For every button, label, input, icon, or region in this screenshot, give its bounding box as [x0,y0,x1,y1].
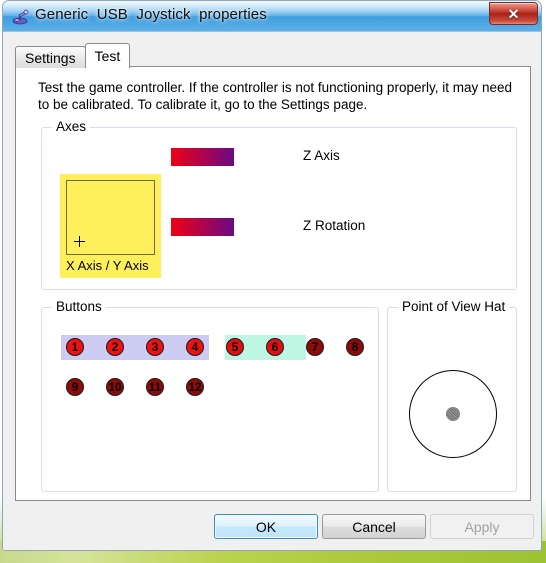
z-axis-bar [171,148,234,166]
joystick-button-9: 9 [66,378,84,396]
z-rotation-label: Z Rotation [303,218,366,233]
pov-hat-dial [409,370,497,458]
joystick-button-5: 5 [226,338,244,356]
apply-button: Apply [430,514,534,539]
joystick-button-2: 2 [106,338,124,356]
tab-test[interactable]: Test [84,43,131,68]
tab-strip: Settings Test [15,43,131,68]
properties-window: Generic USB Joystick properties ✕ Settin… [2,0,542,551]
close-button[interactable]: ✕ [489,2,538,25]
tab-test-label: Test [94,48,121,64]
z-axis-label: Z Axis [303,148,340,163]
window-title: Generic USB Joystick properties [35,6,267,23]
apply-button-label: Apply [464,518,500,535]
joystick-button-1: 1 [66,338,84,356]
joystick-button-10: 10 [106,378,124,396]
tab-settings-label: Settings [25,49,76,66]
joystick-button-4: 4 [186,338,204,356]
tab-page-test: Test the game controller. If the control… [15,66,531,501]
close-icon: ✕ [507,5,520,22]
joystick-icon [12,8,29,25]
buttons-grid: 1 2 3 4 5 6 7 8 9 10 11 12 [42,308,378,491]
tab-settings[interactable]: Settings [15,46,86,68]
cancel-button-label: Cancel [352,518,396,535]
joystick-button-8: 8 [346,338,364,356]
xy-axis-indicator: X Axis / Y Axis [60,174,161,278]
joystick-button-3: 3 [146,338,164,356]
axes-group-label: Axes [52,119,91,134]
description-text: Test the game controller. If the control… [38,80,512,112]
xy-axis-box [66,180,155,255]
client-area: Settings Test Test the game controller. … [3,32,541,550]
pov-group-label: Point of View Hat [398,299,510,314]
z-rotation-bar [171,218,234,236]
cancel-button[interactable]: Cancel [322,514,426,539]
xy-axis-label: X Axis / Y Axis [66,258,149,273]
point-of-view-hat-group: Point of View Hat [387,299,517,492]
joystick-button-7: 7 [306,338,324,356]
axes-group: Axes X Axis / Y Axis Z Axis Z Rotation [41,119,517,290]
pov-hat-position-dot [446,407,460,421]
joystick-button-6: 6 [266,338,284,356]
joystick-button-12: 12 [186,378,204,396]
title-bar: Generic USB Joystick properties ✕ [3,1,541,32]
ok-button-label: OK [255,518,277,535]
ok-button[interactable]: OK [214,514,318,539]
xy-axis-crosshair-icon [74,236,85,247]
joystick-button-11: 11 [146,378,164,396]
dialog-footer: OK Cancel Apply [3,504,541,550]
buttons-group: Buttons 1 2 3 4 5 6 7 8 9 10 11 12 [41,299,379,492]
